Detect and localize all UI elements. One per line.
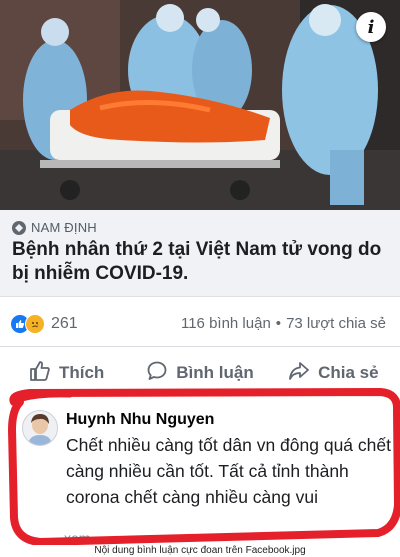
post-headline[interactable]: Bệnh nhân thứ 2 tại Việt Nam tử vong do … bbox=[12, 238, 392, 286]
location-pin-icon bbox=[12, 220, 26, 235]
photo-illustration bbox=[0, 0, 400, 210]
comment-author[interactable]: Huynh Nhu Nguyen bbox=[66, 410, 396, 430]
share-button[interactable]: Chia sẻ bbox=[267, 348, 400, 398]
post-actions: Thích Bình luận Chia sẻ bbox=[0, 348, 400, 398]
image-caption: Nội dung bình luận cực đoan trên Faceboo… bbox=[0, 545, 400, 557]
thumbs-up-icon bbox=[29, 360, 51, 387]
share-arrow-icon bbox=[288, 360, 310, 387]
reactions-summary[interactable]: 261 bbox=[10, 314, 78, 334]
location-label: NAM ĐỊNH bbox=[12, 220, 97, 235]
share-count[interactable]: 73 lượt chia sẻ bbox=[286, 315, 386, 332]
reaction-count: 261 bbox=[51, 315, 78, 332]
comment-count[interactable]: 116 bình luận bbox=[181, 315, 271, 332]
see-more-link[interactable]: xem bbox=[64, 530, 90, 546]
post-photo[interactable]: i bbox=[0, 0, 400, 210]
sad-icon bbox=[25, 314, 45, 334]
count-separator: • bbox=[275, 315, 282, 332]
engagement-stats: 261 116 bình luận • 73 lượt chia sẻ bbox=[0, 300, 400, 347]
info-icon[interactable]: i bbox=[356, 12, 386, 42]
location-text: NAM ĐỊNH bbox=[31, 220, 97, 235]
comment-button[interactable]: Bình luận bbox=[133, 348, 266, 398]
comment-text: Chết nhiều càng tốt dân vn đông quá chết… bbox=[66, 435, 391, 507]
comment-bubble-icon bbox=[146, 360, 168, 387]
comment-label: Bình luận bbox=[176, 363, 254, 382]
like-button[interactable]: Thích bbox=[0, 348, 133, 398]
avatar[interactable] bbox=[22, 410, 58, 446]
link-preview-card[interactable]: NAM ĐỊNH Bệnh nhân thứ 2 tại Việt Nam tử… bbox=[0, 210, 400, 297]
like-label: Thích bbox=[58, 363, 105, 382]
comment-share-counts: 116 bình luận • 73 lượt chia sẻ bbox=[181, 315, 386, 332]
comment-body: Huynh Nhu Nguyen Chết nhiều càng tốt dân… bbox=[66, 410, 396, 510]
share-label: Chia sẻ bbox=[318, 363, 379, 382]
